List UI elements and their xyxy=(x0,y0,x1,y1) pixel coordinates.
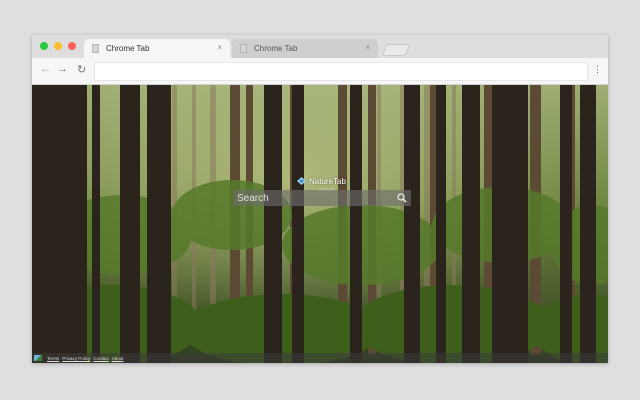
browser-window: Chrome Tab × Chrome Tab × ← → ↻ ⋮ Nature… xyxy=(32,35,608,363)
menu-dots-icon[interactable]: ⋮ xyxy=(593,64,602,75)
magnifier-icon[interactable] xyxy=(397,193,407,203)
window-minimize-light[interactable] xyxy=(54,42,62,50)
brand-name: NatureTab xyxy=(309,176,346,186)
new-tab-button[interactable] xyxy=(381,44,411,56)
leaf-icon xyxy=(297,177,306,185)
page-content: NatureTab ADAN.NL Terms Privacy Policy C… xyxy=(32,85,608,363)
close-icon[interactable]: × xyxy=(217,43,222,52)
footer-bar: Terms Privacy Policy Contact About xyxy=(32,353,608,363)
arrow-left-icon[interactable]: ← xyxy=(40,63,51,75)
footer-link-contact[interactable]: Contact xyxy=(93,356,109,361)
forest-background xyxy=(32,85,608,363)
arrow-right-icon[interactable]: → xyxy=(57,63,68,75)
footer-link-privacy[interactable]: Privacy Policy xyxy=(62,356,90,361)
page-icon xyxy=(240,44,247,53)
footer-link-about[interactable]: About xyxy=(112,356,124,361)
window-zoom-light[interactable] xyxy=(68,42,76,50)
toolbar: ← → ↻ ⋮ xyxy=(32,58,608,85)
tab-strip: Chrome Tab × Chrome Tab × xyxy=(32,35,608,58)
brand-logo: NatureTab xyxy=(297,175,346,187)
tab-title: Chrome Tab xyxy=(106,44,150,53)
tab-title: Chrome Tab xyxy=(254,44,298,53)
footer-link-terms[interactable]: Terms xyxy=(47,356,59,361)
address-bar[interactable] xyxy=(94,62,588,81)
tab-active[interactable]: Chrome Tab × xyxy=(84,39,230,58)
tab-inactive[interactable]: Chrome Tab × xyxy=(232,39,378,58)
close-icon[interactable]: × xyxy=(365,43,370,52)
page-icon xyxy=(92,44,99,53)
photo-thumbnail-icon[interactable] xyxy=(34,355,42,361)
reload-icon[interactable]: ↻ xyxy=(77,63,86,76)
search-input[interactable] xyxy=(233,190,411,206)
window-close-light[interactable] xyxy=(40,42,48,50)
